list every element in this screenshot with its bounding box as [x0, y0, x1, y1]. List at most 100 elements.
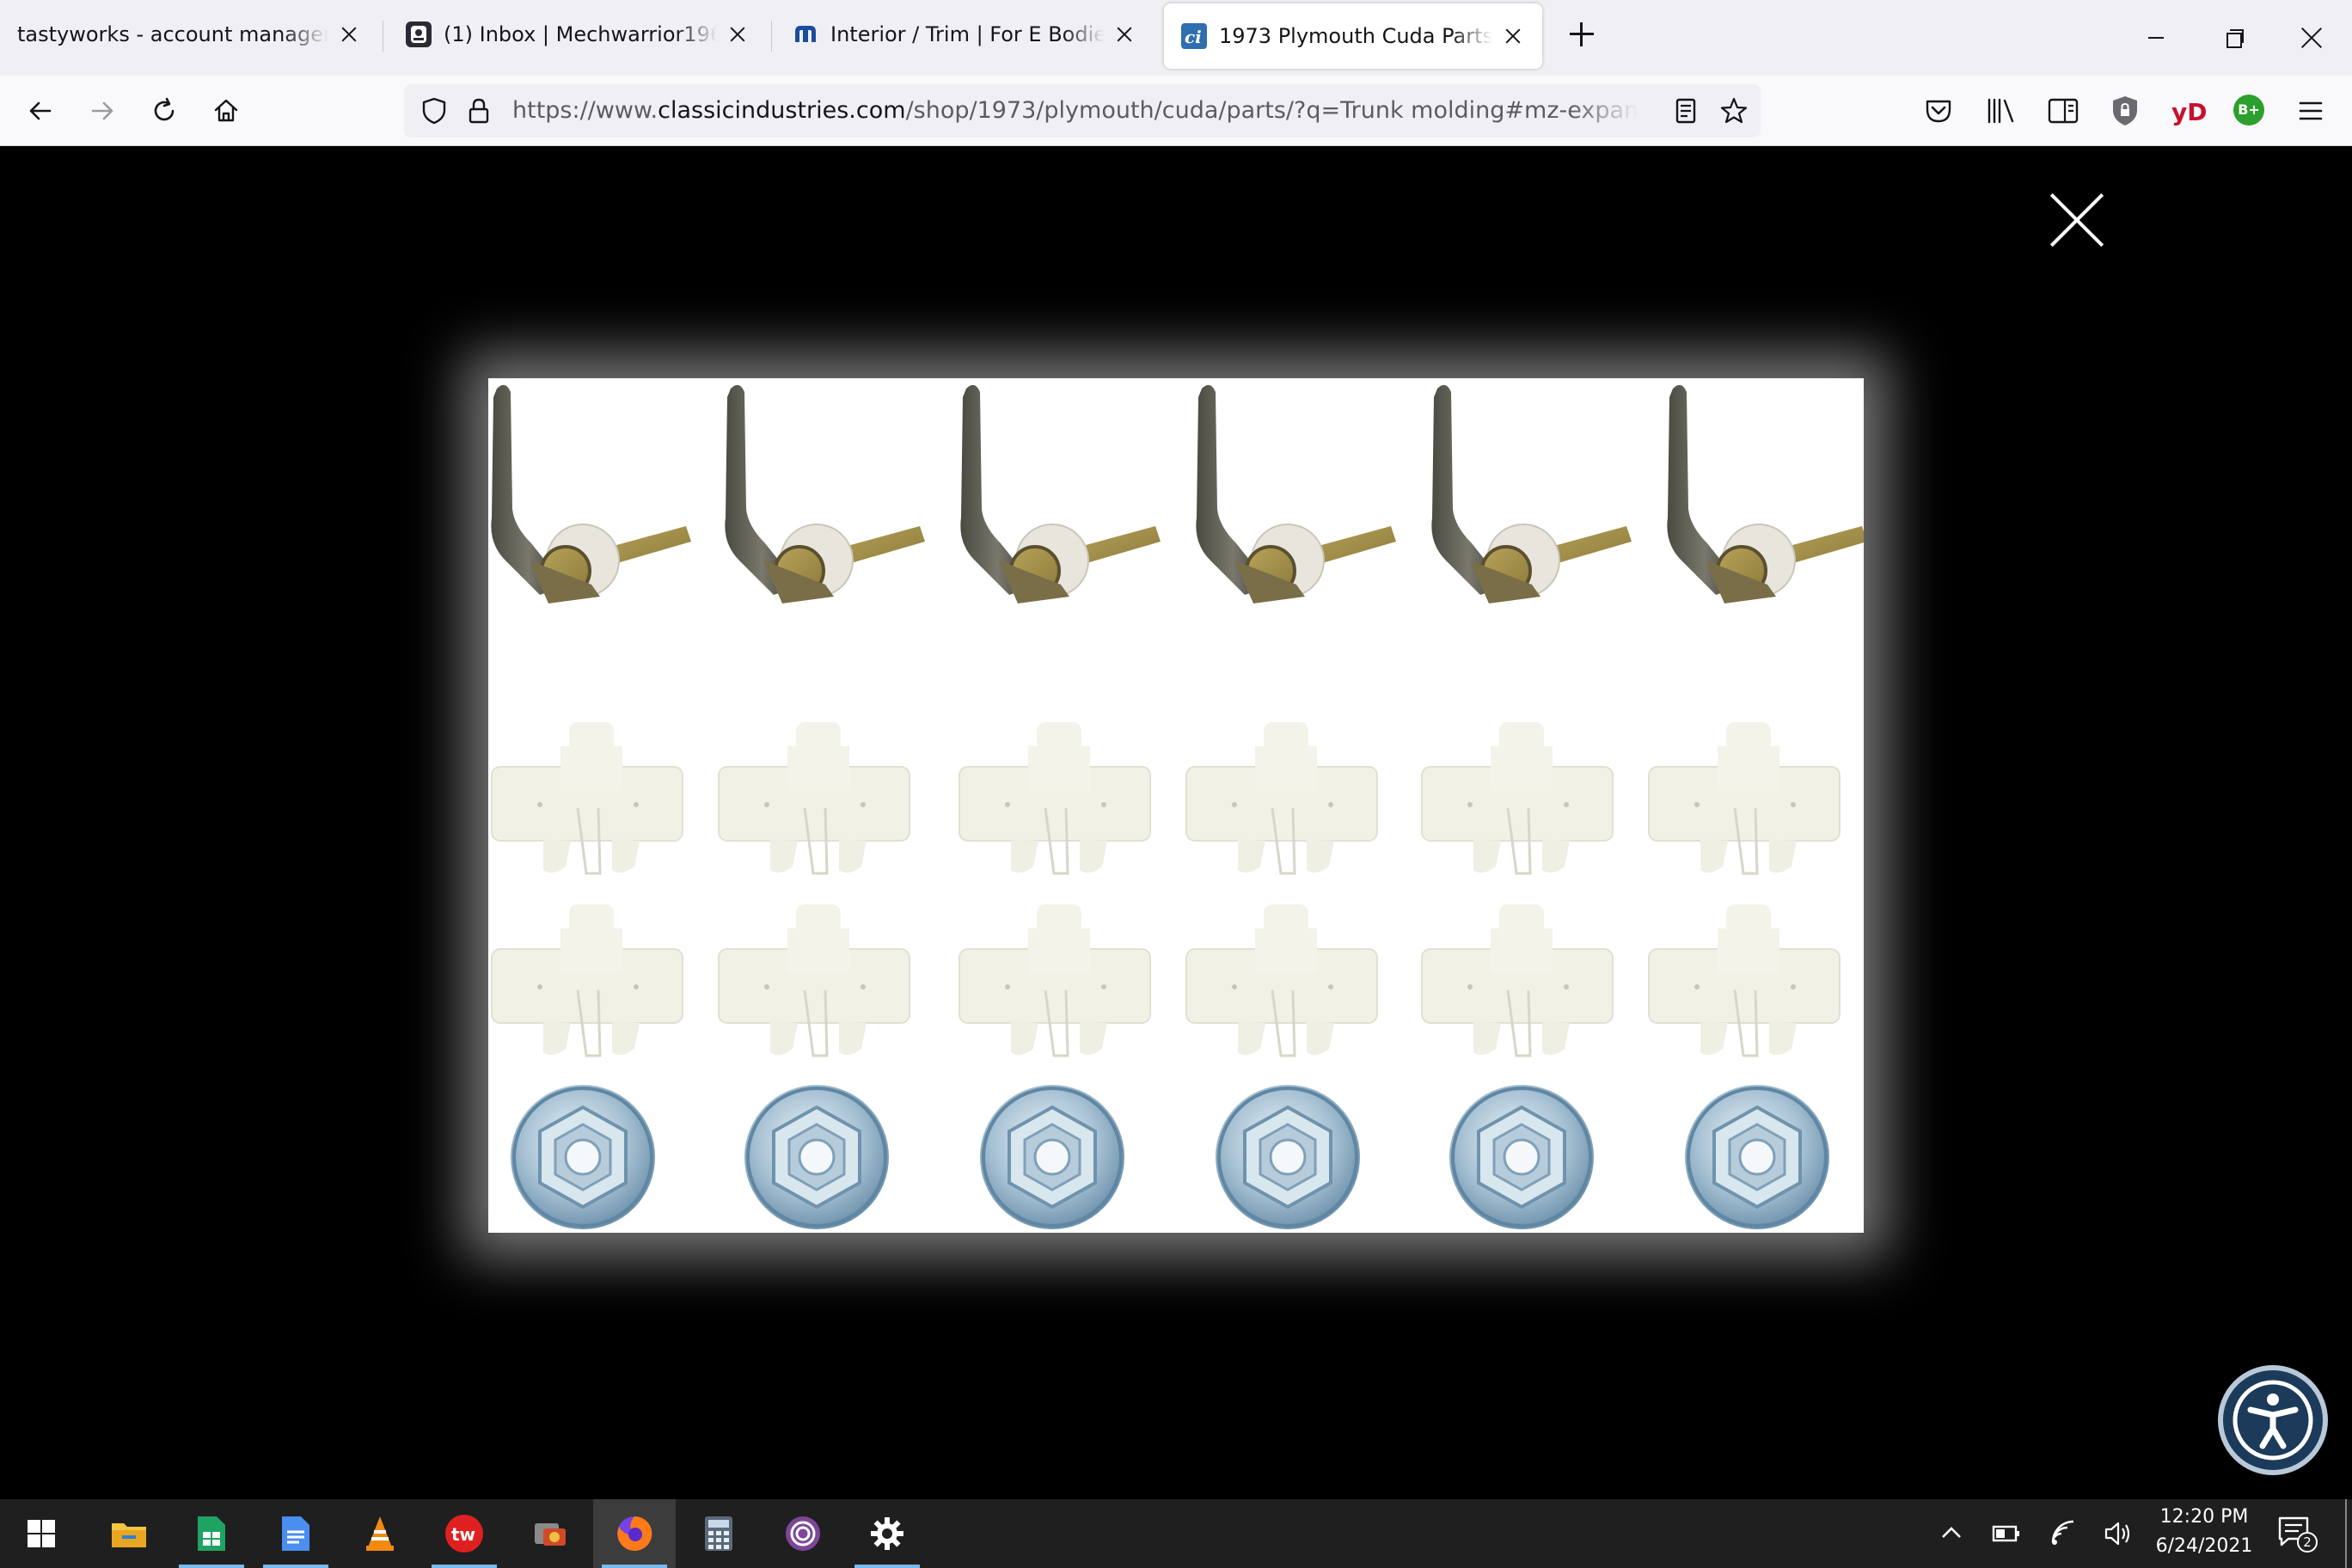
reload-button[interactable]	[141, 88, 187, 134]
tor-icon	[786, 1516, 820, 1551]
tab-close-icon[interactable]	[337, 22, 361, 46]
tab-close-icon[interactable]	[1501, 24, 1525, 48]
grade-extension-badge[interactable]: B+	[2233, 95, 2264, 126]
notifications-button[interactable]: 2	[2276, 1515, 2319, 1554]
tab-strip: tastyworks - account management (1) Inbo…	[0, 0, 2352, 76]
window-close-button[interactable]	[2273, 0, 2350, 76]
minimize-button[interactable]	[2116, 0, 2194, 76]
taskbar-tor[interactable]	[762, 1499, 844, 1568]
privacy-badger-shield-icon[interactable]	[2108, 93, 2142, 129]
nut-part	[1683, 1083, 1831, 1231]
expanded-product-image[interactable]	[488, 378, 1864, 1233]
clip-part	[490, 720, 684, 875]
tab-title: tastyworks - account management	[17, 22, 328, 46]
tab-mopar[interactable]: Interior / Trim | For E Bodies Only	[775, 0, 1154, 69]
url-scheme: https://www.	[512, 97, 658, 124]
tab-close-icon[interactable]	[726, 22, 750, 46]
restore-button[interactable]	[2194, 0, 2271, 76]
taskbar-sheets[interactable]	[170, 1499, 253, 1568]
taskbar-vlc[interactable]	[339, 1499, 421, 1568]
clip-part	[1185, 720, 1379, 875]
accessibility-icon	[2233, 1380, 2313, 1461]
clip-part	[490, 903, 684, 1057]
tab-title: Interior / Trim | For E Bodies Only	[830, 22, 1104, 46]
bracket-part	[1194, 383, 1398, 605]
forward-arrow-icon	[91, 101, 113, 120]
tab-close-icon[interactable]	[1112, 22, 1136, 46]
url-host: classicindustries.com	[658, 97, 906, 124]
tab-classic-industries[interactable]: ci 1973 Plymouth Cuda Parts | Trunk mold…	[1164, 3, 1542, 69]
nut-part	[509, 1083, 657, 1231]
pocket-icon[interactable]	[1922, 95, 1955, 127]
file-explorer-icon	[112, 1523, 146, 1547]
taskbar-app[interactable]	[509, 1499, 591, 1568]
protonmail-icon	[406, 21, 432, 47]
product-image-graphic	[489, 383, 1864, 1231]
volume-icon[interactable]	[2101, 1516, 2135, 1551]
taskbar-calculator[interactable]	[677, 1499, 760, 1568]
wifi-icon[interactable]	[2048, 1516, 2082, 1551]
back-button[interactable]	[17, 88, 64, 134]
start-button[interactable]	[0, 1499, 83, 1568]
tracking-protection-shield-icon[interactable]	[418, 95, 450, 127]
bookmark-star-icon[interactable]	[1718, 95, 1750, 127]
nut-part	[743, 1083, 891, 1231]
sidebar-icon[interactable]	[2046, 95, 2080, 127]
yd-extension-button[interactable]: yD	[2171, 98, 2208, 126]
tastyworks-icon: tw	[445, 1515, 483, 1553]
notification-count-badge: 2	[2297, 1532, 2318, 1553]
taskbar-docs[interactable]	[254, 1499, 337, 1568]
app-icon	[535, 1523, 566, 1546]
forward-button[interactable]	[79, 88, 126, 134]
home-button[interactable]	[203, 88, 249, 134]
address-bar[interactable]: https://www.classicindustries.com/shop/1…	[404, 84, 1761, 138]
tab-title: (1) Inbox | Mechwarrior1969@protonmail.c…	[444, 22, 717, 46]
docs-icon	[282, 1516, 309, 1551]
taskbar-file-explorer[interactable]	[88, 1499, 170, 1568]
page-content	[0, 146, 2352, 1499]
show-desktop-button[interactable]	[2345, 1499, 2347, 1568]
clock-date[interactable]: 6/24/2021	[2144, 1535, 2264, 1557]
tab-tastyworks[interactable]: tastyworks - account management	[0, 0, 378, 69]
clock-time[interactable]: 12:20 PM	[2144, 1506, 2264, 1528]
accessibility-widget-button[interactable]	[2218, 1365, 2328, 1475]
nut-part	[1448, 1083, 1596, 1231]
bracket-part	[1665, 383, 1864, 605]
mopar-icon	[793, 21, 818, 47]
vlc-icon	[366, 1516, 394, 1551]
taskbar-firefox[interactable]	[593, 1499, 676, 1568]
show-hidden-icons-chevron-icon[interactable]	[1934, 1516, 1969, 1551]
clip-part	[1647, 720, 1841, 875]
nut-part	[978, 1083, 1126, 1231]
lock-icon[interactable]	[462, 95, 495, 127]
new-tab-button[interactable]	[1565, 15, 1599, 53]
clip-part	[958, 903, 1152, 1057]
taskbar-settings[interactable]	[846, 1499, 928, 1568]
tab-protonmail[interactable]: (1) Inbox | Mechwarrior1969@protonmail.c…	[389, 0, 767, 69]
yd-extension-label: yD	[2171, 98, 2208, 126]
firefox-icon	[617, 1516, 652, 1551]
reload-icon	[154, 97, 175, 121]
clip-part	[717, 720, 911, 875]
settings-gear-icon	[871, 1517, 903, 1550]
bracket-part	[1430, 383, 1633, 605]
hamburger-menu-icon[interactable]	[2295, 96, 2326, 126]
bracket-part	[723, 383, 927, 605]
navigation-toolbar: https://www.classicindustries.com/shop/1…	[0, 76, 2352, 146]
tab-title: 1973 Plymouth Cuda Parts | Trunk molding	[1219, 24, 1492, 48]
windows-taskbar: tw 12:20 PM 6/24/2021 2	[0, 1499, 2352, 1568]
grade-badge-label: B+	[2238, 101, 2260, 118]
url-path: /shop/1973/plymouth/cuda/parts/?q=Trunk …	[905, 97, 1638, 124]
clip-part	[1647, 903, 1841, 1057]
library-icon[interactable]	[1984, 95, 2018, 127]
bracket-part	[489, 383, 693, 605]
battery-icon[interactable]	[1989, 1516, 2024, 1551]
lightbox-close-button[interactable]	[2046, 189, 2108, 251]
sheets-icon	[198, 1516, 225, 1551]
url-text[interactable]: https://www.classicindustries.com/shop/1…	[512, 84, 1638, 138]
reader-view-icon[interactable]	[1669, 95, 1702, 127]
taskbar-tastyworks[interactable]: tw	[423, 1499, 505, 1568]
clip-part	[1420, 720, 1614, 875]
windows-start-icon	[28, 1520, 55, 1547]
svg-text:ci: ci	[1185, 27, 1202, 47]
